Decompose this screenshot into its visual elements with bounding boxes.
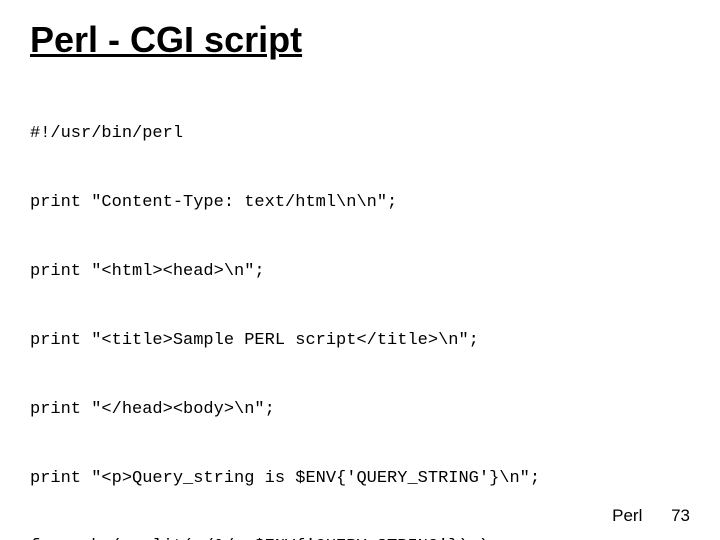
code-line: print "<title>Sample PERL script</title>… <box>30 330 690 353</box>
code-block: #!/usr/bin/perl print "Content-Type: tex… <box>30 78 690 540</box>
code-line: print "<p>Query_string is $ENV{'QUERY_ST… <box>30 468 690 491</box>
code-line: print "</head><body>\n"; <box>30 399 690 422</box>
code-line: print "<html><head>\n"; <box>30 261 690 284</box>
code-line: #!/usr/bin/perl <box>30 123 690 146</box>
page-number: 73 <box>671 506 690 525</box>
code-line: foreach ( split( /&/, $ENV{'QUERY_STRING… <box>30 536 690 540</box>
code-line: print "Content-Type: text/html\n\n"; <box>30 192 690 215</box>
footer-label: Perl <box>612 506 642 525</box>
slide-title: Perl - CGI script <box>30 20 690 60</box>
footer: Perl 73 <box>612 506 690 526</box>
slide: Perl - CGI script #!/usr/bin/perl print … <box>0 0 720 540</box>
